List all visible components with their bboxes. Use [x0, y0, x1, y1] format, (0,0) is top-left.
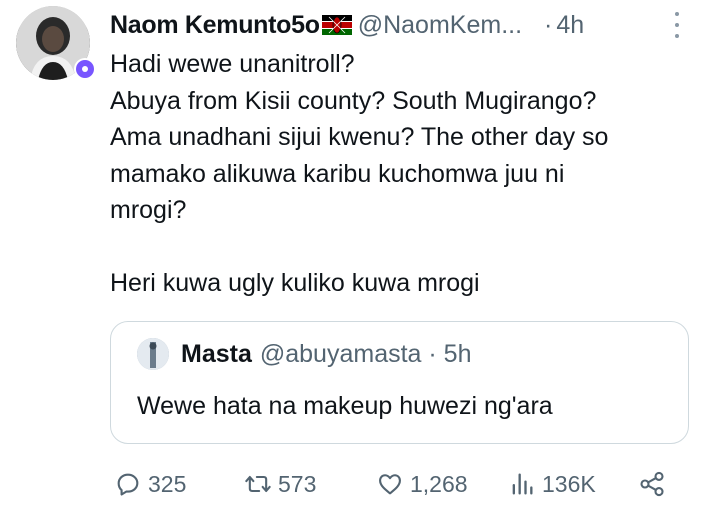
like-button[interactable]: 1,268: [376, 466, 468, 502]
author-avatar-container[interactable]: [16, 6, 96, 80]
retweet-count: 573: [278, 470, 317, 497]
reply-count: 325: [148, 470, 187, 497]
quoted-author-handle: @abuyamasta · 5h: [259, 339, 472, 368]
time-separator: ·: [544, 10, 553, 39]
author-handle[interactable]: @NaomKem...: [358, 11, 522, 40]
tweet-line: Heri kuwa ugly kuliko kuwa mrogi: [110, 269, 480, 297]
quoted-author-name: Masta: [181, 339, 252, 368]
views-count: 136K: [542, 470, 596, 497]
tweet-header: Naom Kemunto5o @NaomKem... · 4h: [110, 8, 684, 42]
tweet-line: Abuya from Kisii county? South Mugirango…: [110, 86, 597, 115]
tweet-line: Hadi wewe unanitroll?: [110, 50, 355, 78]
quoted-tweet-text: Wewe hata na makeup huwezi ng'ara: [137, 392, 553, 420]
quoted-author-avatar: [137, 338, 169, 370]
like-count: 1,268: [410, 470, 468, 497]
verified-badge-icon: [74, 58, 96, 80]
reply-icon: [117, 473, 139, 496]
action-bar: 325 573 1,268 136K: [110, 466, 680, 502]
reply-button[interactable]: 325: [114, 466, 186, 502]
more-icon[interactable]: [670, 12, 684, 38]
tweet-line: Ama unadhani sijui kwenu? The other day …: [110, 123, 609, 151]
tweet-text: Hadi wewe unanitroll? Abuya from Kisii c…: [110, 46, 690, 302]
retweet-icon: [245, 475, 271, 493]
tweet-time[interactable]: 4h: [556, 11, 584, 40]
share-button[interactable]: [638, 466, 672, 502]
views-icon: [512, 473, 533, 495]
kenya-flag-icon: [321, 15, 352, 35]
quoted-tweet[interactable]: Masta @abuyamasta · 5h Wewe hata na make…: [110, 321, 689, 444]
tweet-line: mrogi?: [110, 196, 187, 224]
author-name[interactable]: Naom Kemunto5o: [110, 11, 320, 40]
views-button[interactable]: 136K: [508, 466, 596, 502]
tweet-line: [110, 229, 690, 266]
quoted-tweet-header: Masta @abuyamasta · 5h: [137, 338, 471, 370]
share-icon: [640, 471, 664, 497]
tweet-line: mamako alikuwa karibu kuchomwa juu ni: [110, 159, 565, 188]
like-icon: [379, 474, 401, 495]
retweet-button[interactable]: 573: [244, 466, 316, 502]
